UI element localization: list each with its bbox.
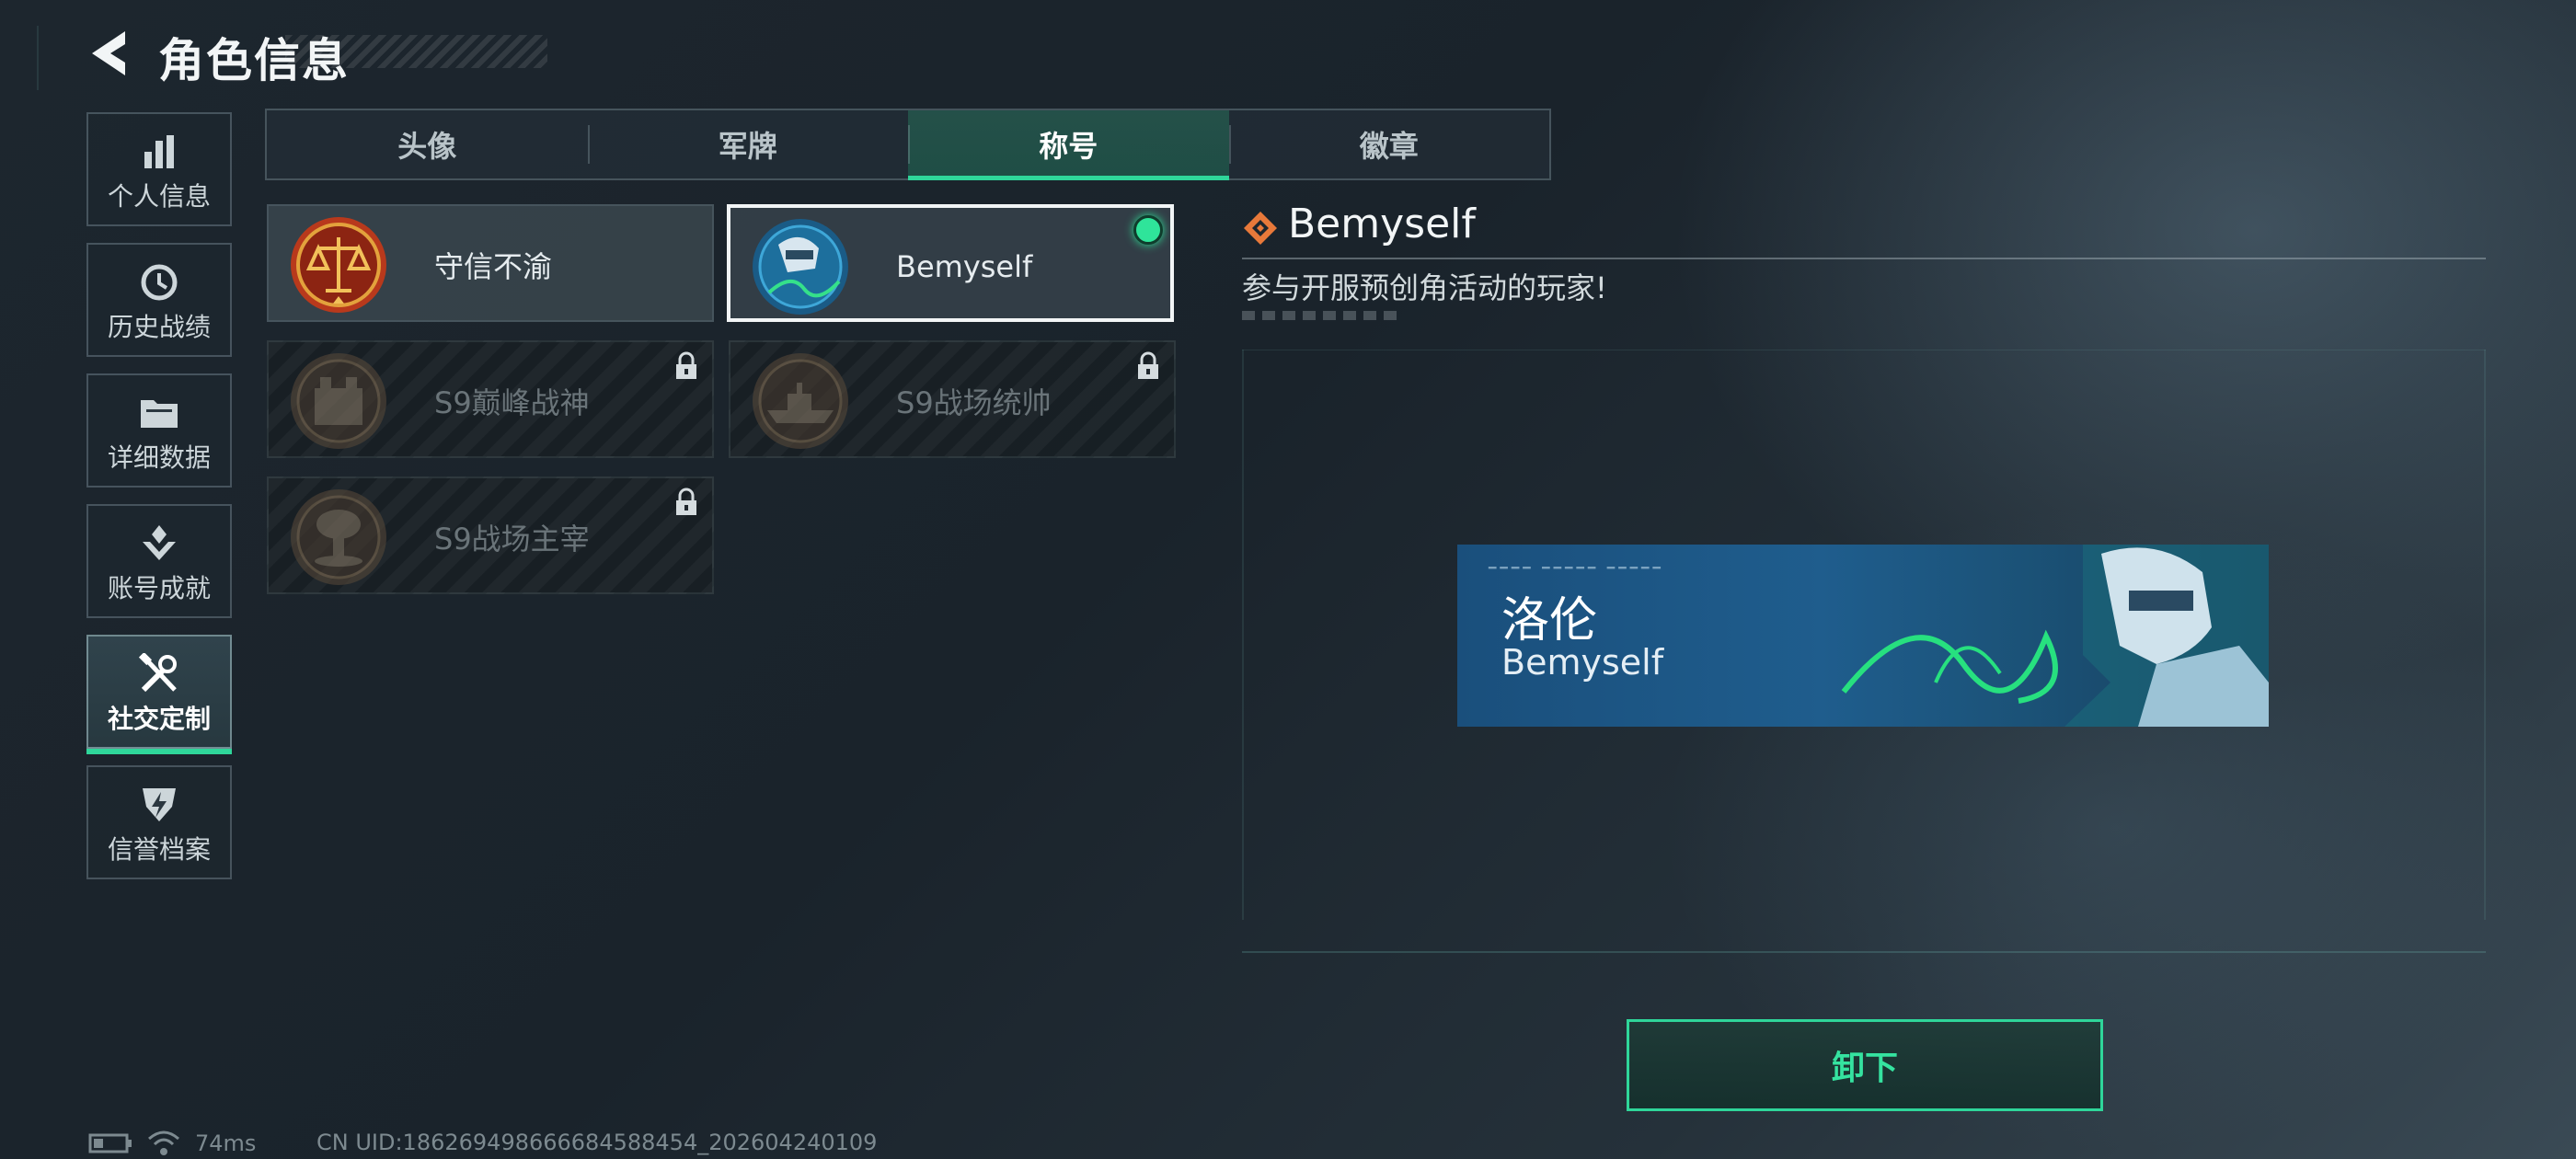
preview-nickname: 洛伦 bbox=[1501, 593, 1598, 648]
achievement-icon bbox=[143, 525, 176, 560]
frame-line bbox=[37, 26, 39, 90]
banner-decoration: ━━━━ ━━━━━ ━━━━━ bbox=[1489, 561, 1664, 576]
tab-title[interactable]: 称号 bbox=[908, 110, 1229, 180]
title-card-name: S9巅峰战神 bbox=[434, 385, 590, 420]
sidebar-item-label: 个人信息 bbox=[107, 181, 211, 212]
title-card-name: S9战场主宰 bbox=[434, 522, 590, 557]
tools-icon bbox=[138, 653, 177, 693]
title-card-shouxin[interactable]: 守信不渝 bbox=[267, 204, 714, 322]
page-title: 角色信息 bbox=[158, 34, 350, 87]
tab-badge[interactable]: 徽章 bbox=[1228, 110, 1550, 178]
battery-icon bbox=[88, 1133, 132, 1153]
frame-line bbox=[2484, 350, 2486, 920]
tab-dog-tag[interactable]: 军牌 bbox=[587, 110, 909, 178]
sidebar-item-label: 详细数据 bbox=[107, 442, 211, 473]
title-card-s9-dominator[interactable]: S9战场主宰 bbox=[267, 476, 714, 594]
diamond-tag-icon bbox=[1244, 212, 1277, 245]
uid-text: CN UID:1862694986666845884​54_2026042401… bbox=[316, 1130, 878, 1155]
sidebar-item-achievements[interactable]: 账号成就 bbox=[86, 504, 232, 618]
preview-title: Bemyself bbox=[1501, 642, 1664, 683]
sidebar-item-detailed-data[interactable]: 详细数据 bbox=[86, 373, 232, 488]
wifi-icon bbox=[148, 1130, 179, 1155]
detail-description: 参与开服预创角活动的玩家! bbox=[1242, 270, 1607, 305]
sidebar-item-credit-record[interactable]: 信誉档案 bbox=[86, 765, 232, 879]
lock-icon bbox=[676, 488, 696, 515]
scales-badge-icon bbox=[291, 217, 386, 313]
lock-icon bbox=[676, 351, 696, 379]
sidebar-item-social-customize[interactable]: 社交定制 bbox=[86, 635, 232, 754]
title-card-s9-peak-god[interactable]: S9巅峰战神 bbox=[267, 340, 714, 458]
sidebar-item-label: 历史战绩 bbox=[107, 312, 211, 342]
equipped-indicator bbox=[1133, 215, 1163, 245]
title-card-bemyself[interactable]: Bemyself bbox=[727, 204, 1174, 322]
folder-icon bbox=[141, 400, 178, 428]
sidebar-item-history[interactable]: 历史战绩 bbox=[86, 243, 232, 357]
status-bar: 74ms bbox=[88, 1130, 256, 1157]
title-card-s9-commander[interactable]: S9战场统帅 bbox=[729, 340, 1176, 458]
sidebar-item-label: 信誉档案 bbox=[107, 834, 211, 865]
mushroom-cloud-badge-icon bbox=[291, 489, 386, 585]
active-indicator bbox=[86, 749, 232, 754]
sidebar-item-label: 社交定制 bbox=[107, 704, 211, 734]
warship-badge-icon bbox=[753, 353, 848, 449]
unequip-button[interactable]: 卸下 bbox=[1627, 1019, 2103, 1111]
title-preview-banner: ━━━━ ━━━━━ ━━━━━ 洛伦 Bemyself bbox=[1457, 545, 2269, 727]
history-clock-icon bbox=[141, 264, 178, 301]
title-card-name: Bemyself bbox=[896, 249, 1033, 284]
detail-decoration bbox=[1242, 311, 1404, 320]
soldier-signature-badge-icon bbox=[753, 219, 848, 315]
latency-text: 74ms bbox=[195, 1130, 257, 1156]
tab-avatar[interactable]: 头像 bbox=[267, 110, 588, 178]
sidebar-item-label: 账号成就 bbox=[107, 573, 211, 603]
frame-line bbox=[1242, 350, 1244, 920]
lock-icon bbox=[1138, 351, 1158, 379]
shield-bolt-icon bbox=[143, 788, 176, 821]
bar-chart-icon bbox=[144, 135, 174, 168]
back-button[interactable] bbox=[85, 26, 136, 81]
detail-divider bbox=[1242, 258, 2486, 259]
title-card-name: S9战场统帅 bbox=[896, 385, 1052, 420]
tab-bar: 头像 军牌 称号 徽章 bbox=[265, 109, 1551, 180]
detail-title: Bemyself bbox=[1288, 201, 1476, 247]
soldier-artwork-icon bbox=[1841, 545, 2269, 727]
title-card-name: 守信不渝 bbox=[434, 249, 553, 284]
sidebar-item-personal-info[interactable]: 个人信息 bbox=[86, 112, 232, 226]
back-arrow-icon bbox=[92, 31, 125, 75]
fortress-badge-icon bbox=[291, 353, 386, 449]
frame-line bbox=[1242, 951, 2486, 953]
